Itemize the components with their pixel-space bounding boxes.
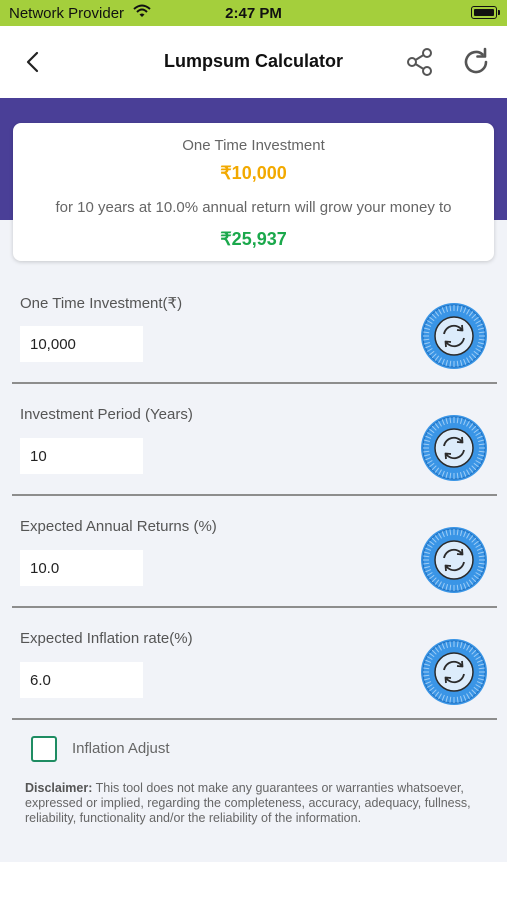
nav-bar: Lumpsum Calculator [0, 26, 507, 98]
disclaimer-text: This tool does not make any guarantees o… [25, 781, 471, 825]
status-bar: Network Provider 2:47 PM [0, 0, 507, 26]
rotary-dial-icon [421, 527, 487, 593]
field-inflation: Expected Inflation rate(%) [0, 606, 507, 718]
rotary-dial-icon [421, 415, 487, 481]
disclaimer-heading: Disclaimer: [25, 781, 93, 795]
field-period: Investment Period (Years) [0, 382, 507, 494]
inflation-adjust-checkbox[interactable] [31, 736, 57, 762]
field-investment: One Time Investment(₹) [0, 270, 507, 382]
battery-icon [471, 6, 500, 19]
share-icon [407, 48, 432, 76]
disclaimer: Disclaimer: This tool does not make any … [25, 781, 475, 826]
field-returns: Expected Annual Returns (%) [0, 494, 507, 606]
divider [12, 718, 497, 720]
rotary-dial-icon [421, 303, 487, 369]
summary-result: ₹25,937 [220, 229, 287, 249]
calculator-content: One Time Investment ₹10,000 for 10 years… [0, 98, 507, 862]
field-label: Expected Annual Returns (%) [20, 518, 217, 535]
period-dial[interactable] [420, 414, 488, 482]
investment-input[interactable] [20, 326, 143, 362]
field-label: Investment Period (Years) [20, 406, 193, 423]
returns-dial[interactable] [420, 526, 488, 594]
share-button[interactable] [404, 46, 436, 78]
investment-dial[interactable] [420, 302, 488, 370]
inflation-adjust-label: Inflation Adjust [72, 740, 170, 757]
period-input[interactable] [20, 438, 143, 474]
summary-label: One Time Investment [182, 137, 325, 154]
inflation-adjust-row: Inflation Adjust [0, 730, 507, 770]
status-time: 2:47 PM [225, 5, 282, 22]
summary-amount: ₹10,000 [220, 163, 287, 183]
refresh-icon [464, 47, 488, 74]
field-label: One Time Investment(₹) [20, 295, 183, 312]
inflation-input[interactable] [20, 662, 143, 698]
refresh-button[interactable] [460, 46, 492, 78]
summary-card: One Time Investment ₹10,000 for 10 years… [13, 123, 494, 261]
summary-description: for 10 years at 10.0% annual return will… [55, 199, 452, 216]
inflation-dial[interactable] [420, 638, 488, 706]
returns-input[interactable] [20, 550, 143, 586]
rotary-dial-icon [421, 639, 487, 705]
field-label: Expected Inflation rate(%) [20, 630, 193, 647]
